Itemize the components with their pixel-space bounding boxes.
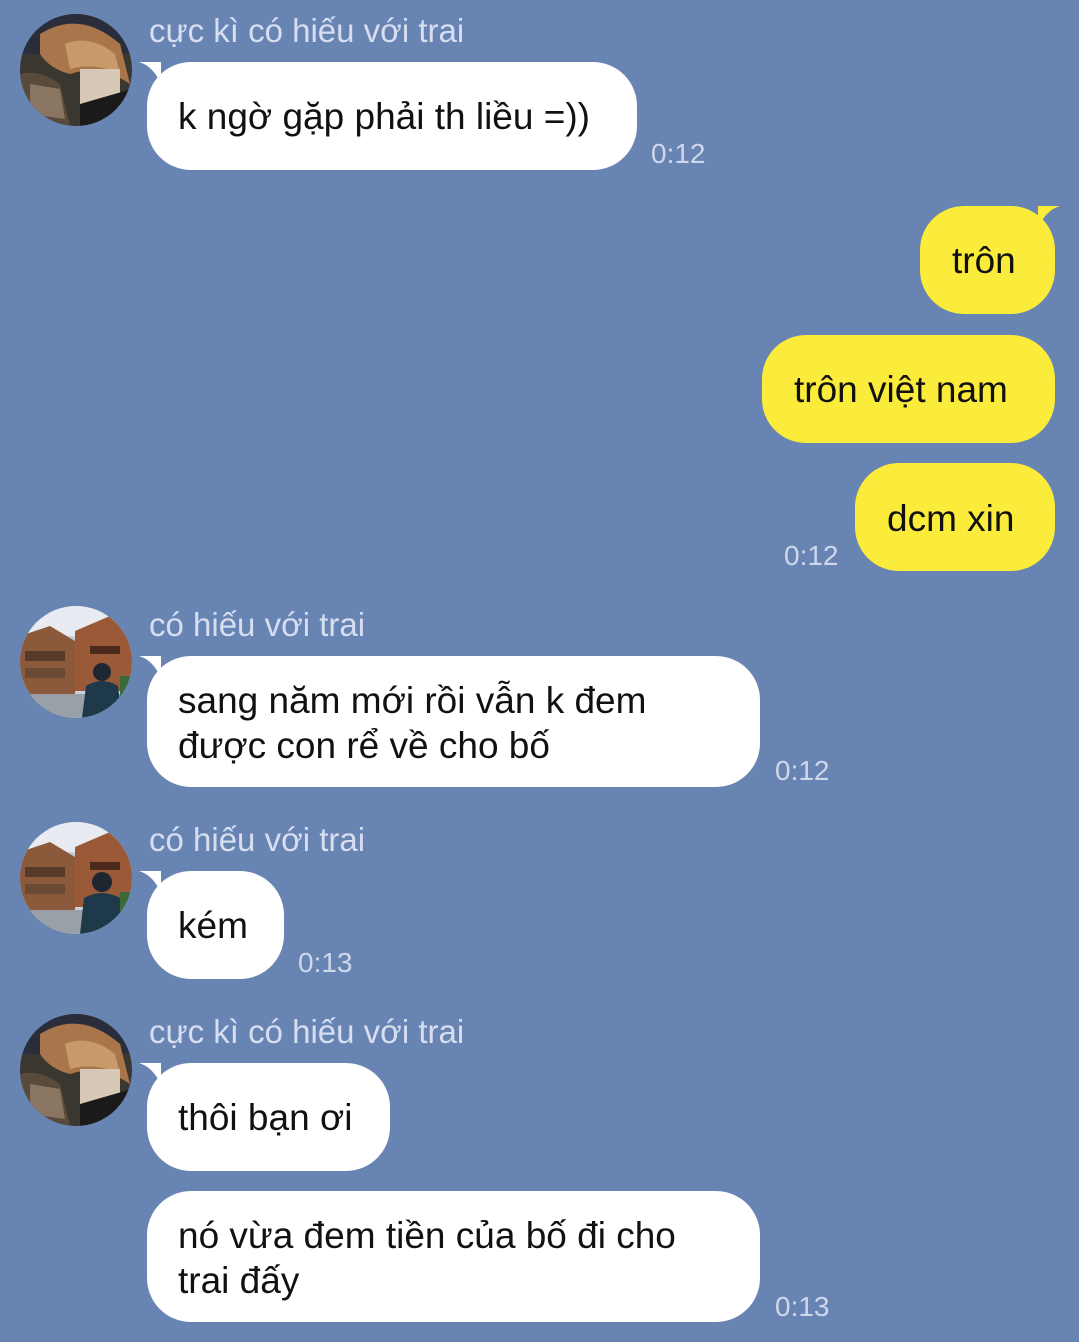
chat-window: cực kì có hiếu với trai k ngờ gặp phải t… — [0, 0, 1079, 1342]
timestamp: 0:12 — [651, 138, 706, 169]
avatar-icon[interactable] — [20, 1014, 132, 1126]
sender-name: có hiếu với trai — [149, 606, 366, 643]
timestamp: 0:12 — [775, 755, 830, 786]
sender-name: có hiếu với trai — [149, 821, 366, 858]
message-bubble[interactable]: trôn việt nam — [762, 335, 1055, 443]
timestamp: 0:12 — [784, 540, 839, 571]
avatar-icon[interactable] — [20, 14, 132, 126]
message-text: trôn — [952, 240, 1016, 281]
message-bubble[interactable]: kém — [147, 871, 284, 979]
message-bubble[interactable]: thôi bạn ơi — [147, 1063, 390, 1171]
sender-name: cực kì có hiếu với trai — [149, 12, 465, 49]
avatar-icon[interactable] — [20, 606, 132, 718]
sender-name: cực kì có hiếu với trai — [149, 1013, 465, 1050]
message-text: trôn việt nam — [794, 369, 1008, 410]
message-text: thôi bạn ơi — [178, 1097, 353, 1138]
message-text: k ngờ gặp phải th liều =)) — [178, 96, 590, 137]
message-text: sang năm mới rồi vẫn k đem được con rể v… — [178, 680, 647, 766]
message-bubble[interactable]: trôn — [920, 206, 1055, 314]
timestamp: 0:13 — [775, 1291, 830, 1322]
message-text: nó vừa đem tiền của bố đi cho trai đấy — [178, 1215, 676, 1301]
message-text: dcm xin — [887, 498, 1015, 539]
timestamp: 0:13 — [298, 947, 353, 978]
message-bubble[interactable]: dcm xin — [855, 463, 1055, 571]
message-bubble[interactable]: k ngờ gặp phải th liều =)) — [147, 62, 637, 170]
avatar-icon[interactable] — [20, 822, 132, 934]
message-bubble[interactable]: nó vừa đem tiền của bố đi cho trai đấy — [147, 1191, 760, 1322]
message-bubble[interactable]: sang năm mới rồi vẫn k đem được con rể v… — [147, 656, 760, 787]
message-text: kém — [178, 905, 248, 946]
